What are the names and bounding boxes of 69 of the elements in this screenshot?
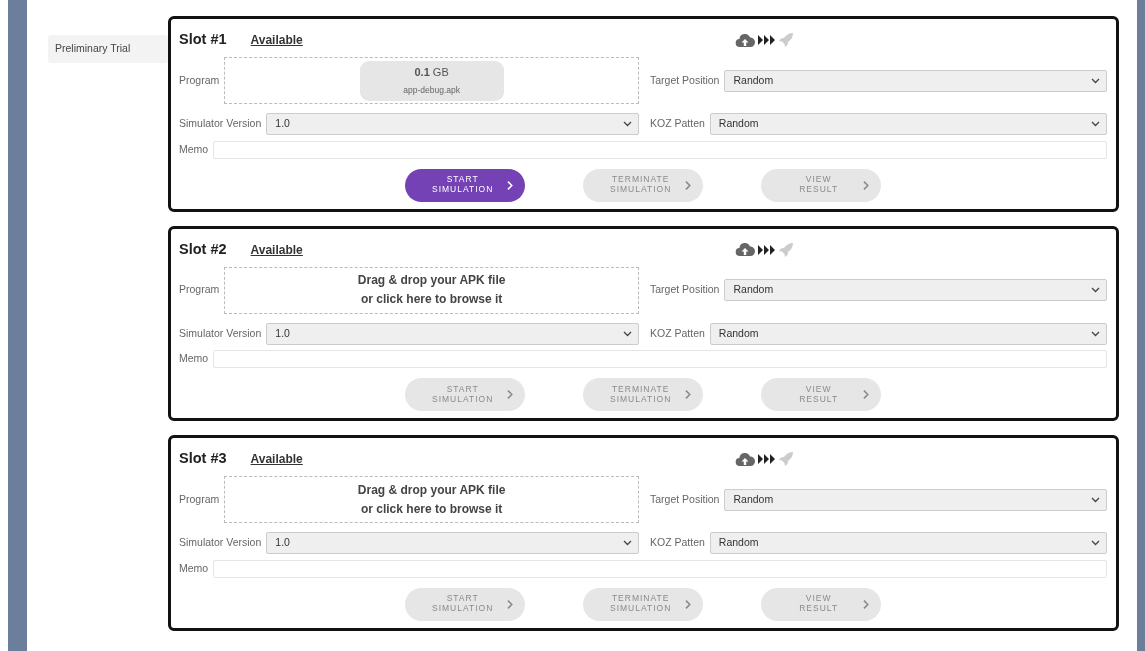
cloud-upload-icon xyxy=(735,451,756,467)
status-link[interactable]: Available xyxy=(250,450,303,468)
rocket-icon xyxy=(778,32,795,48)
koz-select[interactable]: Random xyxy=(709,532,1107,554)
memo-field[interactable] xyxy=(213,559,1107,578)
chevron-right-icon xyxy=(684,389,693,400)
chevron-down-icon xyxy=(1091,540,1100,546)
field-label: Target Position xyxy=(650,72,720,88)
memo-field[interactable] xyxy=(213,350,1107,368)
field-label: Simulator Version xyxy=(179,116,262,132)
field-label: Memo xyxy=(179,351,209,367)
field-label: Target Position xyxy=(650,491,720,507)
chevron-down-icon xyxy=(623,540,632,546)
koz-select[interactable]: Random xyxy=(709,113,1107,135)
field-label: Program xyxy=(179,282,220,298)
field-label: Program xyxy=(179,491,220,507)
triple-arrow-icon xyxy=(758,244,776,255)
chevron-right-icon xyxy=(506,598,515,610)
field-label: Memo xyxy=(179,560,209,576)
target-position-select[interactable]: Random xyxy=(724,69,1107,92)
field-label: Memo xyxy=(179,141,209,157)
chevron-right-icon xyxy=(862,389,871,400)
chevron-down-icon xyxy=(1091,77,1100,84)
version-select[interactable]: 1.0 xyxy=(266,322,639,345)
chevron-down-icon xyxy=(623,121,632,127)
file-drop-zone[interactable]: 0.1 GB app-debug.apk xyxy=(224,57,639,104)
koz-select[interactable]: Random xyxy=(709,322,1107,345)
chevron-down-icon xyxy=(1091,496,1100,503)
drop-hint: Drag & drop your APK file or click here to browse it xyxy=(357,481,506,518)
chevron-right-icon xyxy=(862,598,871,610)
chevron-down-icon xyxy=(1091,121,1100,127)
field-label: KOZ Patten xyxy=(650,325,705,341)
target-position-select[interactable]: Random xyxy=(724,488,1107,511)
chevron-right-icon xyxy=(506,179,515,191)
rocket-icon xyxy=(778,241,795,258)
version-select[interactable]: 1.0 xyxy=(266,532,639,554)
chevron-right-icon xyxy=(684,179,693,191)
field-label: Simulator Version xyxy=(179,325,262,341)
drop-hint: Drag & drop your APK file or click here to browse it xyxy=(357,272,506,308)
chevron-right-icon xyxy=(684,598,693,610)
slot-title: Slot #1 xyxy=(179,30,227,50)
field-label: Program xyxy=(179,72,220,88)
chevron-down-icon xyxy=(623,330,632,337)
chevron-right-icon xyxy=(862,179,871,191)
field-label: Simulator Version xyxy=(179,535,262,551)
action-button[interactable]: START SIMULATION xyxy=(405,168,525,202)
chevron-right-icon xyxy=(506,389,515,400)
rocket-icon xyxy=(778,451,795,467)
triple-arrow-icon xyxy=(758,454,776,464)
field-label: KOZ Patten xyxy=(650,116,705,132)
field-label: Target Position xyxy=(650,282,720,298)
chevron-down-icon xyxy=(1091,330,1100,337)
cloud-upload-icon xyxy=(735,242,756,257)
cloud-upload-icon xyxy=(735,32,756,48)
memo-field[interactable] xyxy=(213,140,1107,159)
file-drop-zone[interactable]: Drag & drop your APK file or click here to browse it xyxy=(224,266,639,314)
sidebar-item[interactable]: Preliminary Trial xyxy=(48,35,168,63)
status-link[interactable]: Available xyxy=(250,31,303,49)
triple-arrow-icon xyxy=(758,35,776,45)
file-drop-zone[interactable]: Drag & drop your APK file or click here to browse it xyxy=(224,476,639,523)
file-name: app-debug.apk xyxy=(403,83,460,97)
target-position-select[interactable]: Random xyxy=(724,279,1107,301)
version-select[interactable]: 1.0 xyxy=(266,113,639,135)
chevron-down-icon xyxy=(1091,287,1100,293)
file-size: 0.1 GB xyxy=(414,65,449,81)
slot-title: Slot #3 xyxy=(179,449,227,469)
slot-title: Slot #2 xyxy=(179,239,227,259)
field-label: KOZ Patten xyxy=(650,535,705,551)
status-link[interactable]: Available xyxy=(250,240,303,259)
